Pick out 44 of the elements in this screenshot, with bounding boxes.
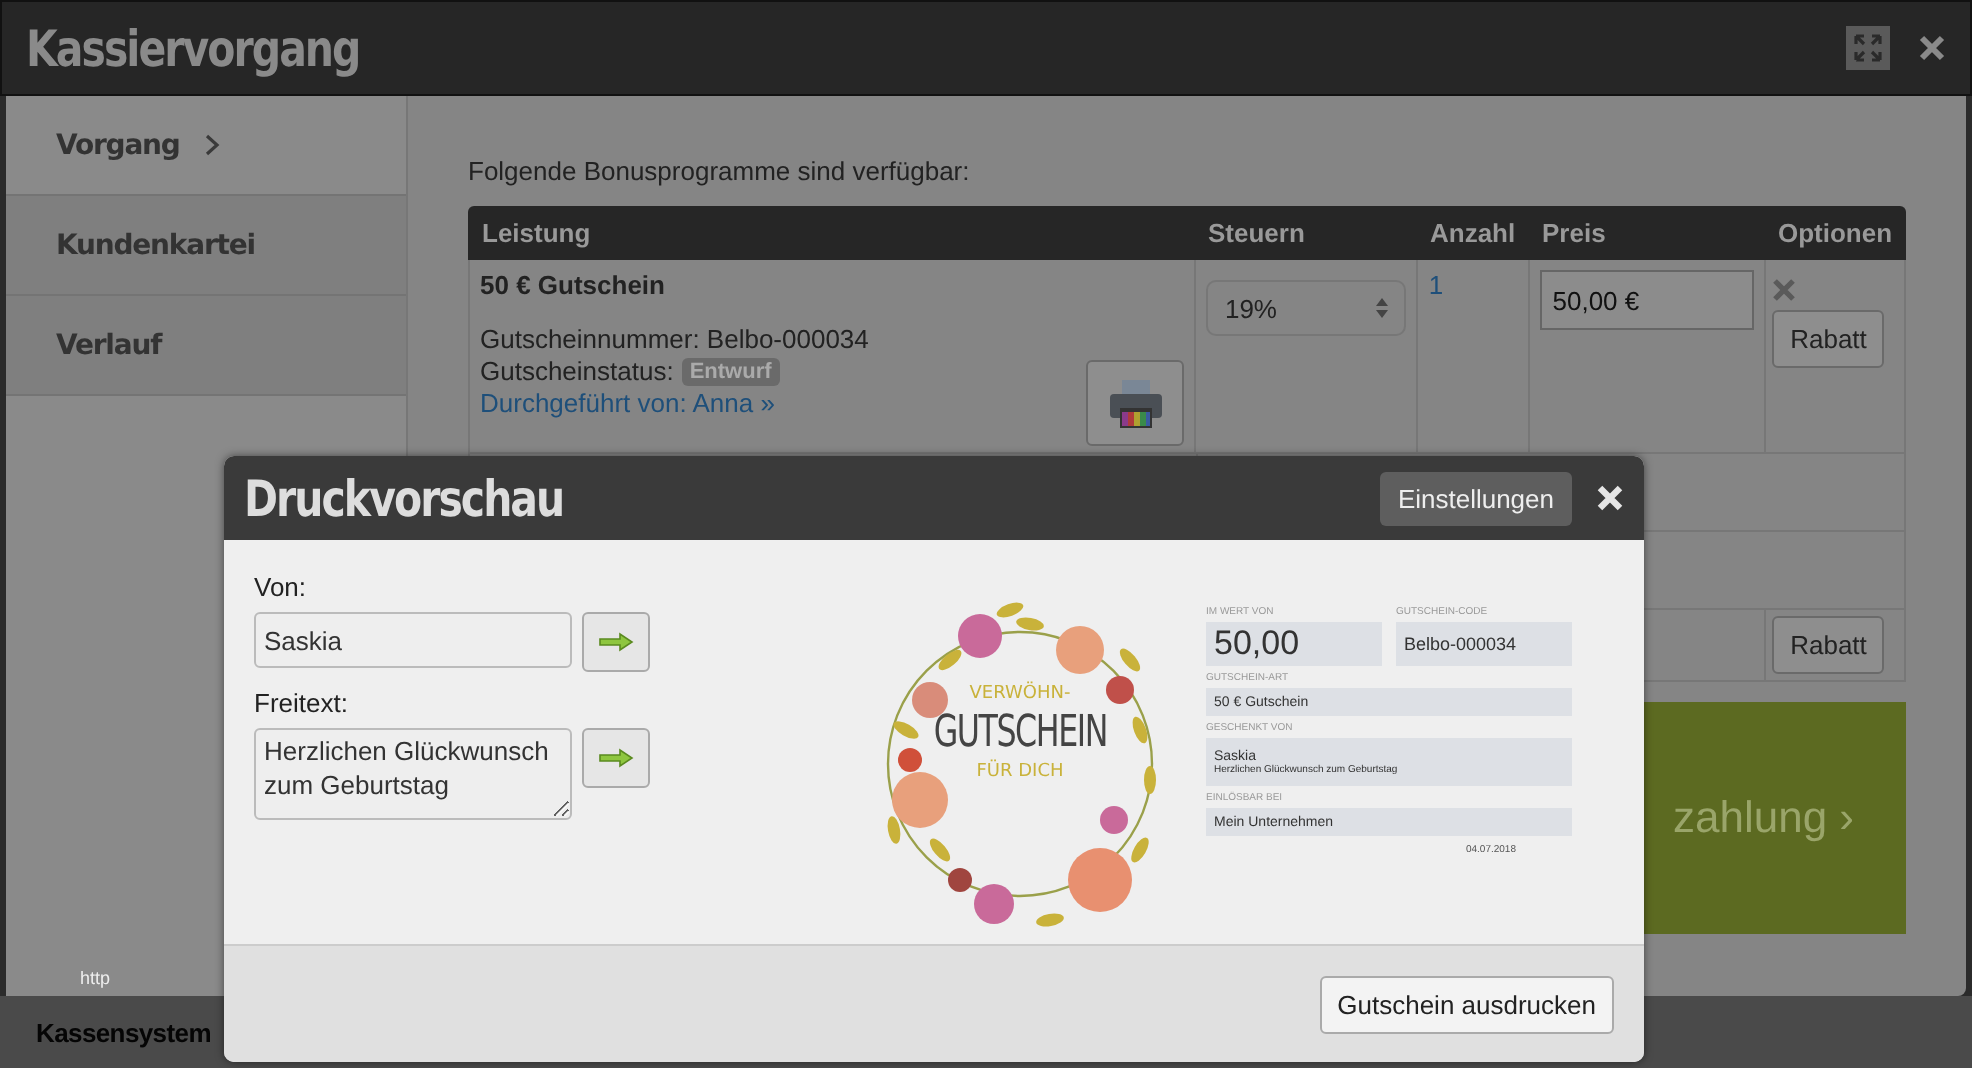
discount-button[interactable]: Rabatt (1772, 616, 1885, 674)
close-icon[interactable] (1918, 34, 1946, 62)
url-text: http (80, 968, 111, 988)
quantity-text: 1 (1428, 270, 1444, 300)
chevron-right-icon (203, 134, 220, 156)
column-header: Steuern (1206, 216, 1307, 252)
voucher-tagline: VERWÖHN- (969, 684, 1071, 704)
intro-text: Folgende Bonusprogramme sind verfügbar: (468, 156, 972, 186)
sidebar-item[interactable]: Verlauf (6, 296, 406, 396)
column-header: Optionen (1776, 216, 1895, 252)
voucher-number: Gutscheinnummer: Belbo-000034 (480, 324, 871, 354)
printer-icon (1107, 377, 1164, 429)
print-voucher-button[interactable]: Gutschein ausdrucken (1319, 975, 1614, 1033)
column-header: Preis (1540, 216, 1608, 252)
apply-button[interactable] (582, 612, 650, 672)
voucher-tagline: FÜR DICH (976, 762, 1064, 782)
expand-icon (1854, 34, 1882, 62)
remove-icon[interactable] (1772, 278, 1797, 302)
stepper-arrows-icon (1376, 298, 1389, 318)
voucher-heading: GUTSCHEIN (933, 708, 1107, 758)
voucher-code: Belbo-000034 (1396, 622, 1572, 666)
arrow-right-icon (598, 748, 634, 768)
apply-button[interactable] (582, 728, 650, 788)
price-field[interactable]: 50,00 € (1540, 270, 1755, 330)
expand-button[interactable] (1846, 26, 1890, 70)
column-header: Leistung (480, 216, 593, 252)
arrow-right-icon (598, 632, 634, 652)
column-header: Anzahl (1428, 216, 1518, 252)
settings-button[interactable]: Einstellungen (1379, 471, 1572, 525)
status-label: Gutscheinstatus: (480, 356, 674, 386)
tax-select[interactable]: 19% (1206, 280, 1407, 336)
input-field[interactable]: Saskia (254, 612, 572, 668)
app-name: Kassensystem (36, 1017, 211, 1047)
sidebar-item[interactable]: Kundenkartei (6, 196, 406, 296)
voucher-value: 50,00 (1206, 622, 1382, 666)
field-label: Freitext: (254, 688, 350, 718)
dialog-title: Druckvorschau (244, 469, 564, 527)
item-title: 50 € Gutschein (480, 270, 667, 300)
print-button[interactable] (1086, 360, 1185, 446)
text-area[interactable]: Herzlichen Glückwunsch zum Geburtstag (254, 728, 572, 820)
discount-button[interactable]: Rabatt (1772, 310, 1885, 368)
field-label: Von: (254, 572, 309, 602)
status-badge: Entwurf (681, 357, 780, 385)
window-title: Kassiervorgang (26, 19, 360, 77)
